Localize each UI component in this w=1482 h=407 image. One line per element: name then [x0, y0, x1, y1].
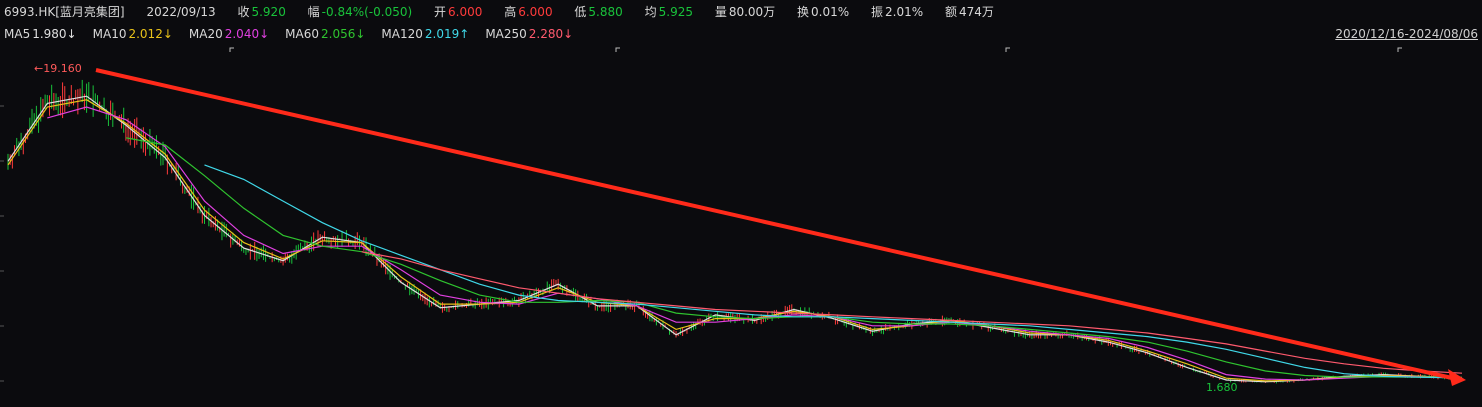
open-value: 6.000: [448, 5, 483, 19]
ma-legend-name-ma5: MA5: [4, 27, 31, 41]
min-price-label: 1.680: [1206, 381, 1238, 394]
period-marker: [1005, 47, 1010, 52]
period-marker: [615, 47, 620, 52]
quote-date: 2022/09/13: [146, 5, 216, 19]
ma-legend-name-ma120: MA120: [381, 27, 423, 41]
close-value: 5.920: [251, 5, 286, 19]
ma-legend-value-ma250: 2.280↓: [528, 27, 574, 41]
turnover-label: 换: [797, 5, 810, 19]
amplitude-value: 2.01%: [885, 5, 924, 19]
period-marker: [1397, 47, 1402, 52]
volume-label: 量: [714, 5, 727, 19]
high-value: 6.000: [518, 5, 553, 19]
ma-legend-name-ma10: MA10: [92, 27, 127, 41]
amount-value: 474万: [958, 5, 994, 19]
high-label: 高: [504, 5, 517, 19]
series-line-ma250: [361, 251, 1463, 374]
ma-legend-value-ma10: 2.012↓: [128, 27, 173, 41]
avg-label: 均: [644, 5, 657, 19]
ma-legend-value-ma20: 2.040↓: [224, 27, 270, 41]
change-label: 幅: [307, 5, 320, 19]
open-label: 开: [434, 5, 447, 19]
low-value: 5.880: [588, 5, 623, 19]
series-line-ma20: [47, 106, 1463, 381]
turnover-value: 0.01%: [811, 5, 850, 19]
series-line-ma10: [7, 99, 1463, 382]
series-line-ma5: [7, 95, 1463, 383]
volume-value: 80.00万: [728, 5, 776, 19]
trend-arrow-line: [95, 68, 1453, 380]
ma-legend-value-ma120: 2.019↑: [424, 27, 470, 41]
low-label: 低: [574, 5, 587, 19]
period-marker: [229, 47, 234, 52]
avg-value: 5.925: [658, 5, 693, 19]
amount-label: 额: [944, 5, 957, 19]
ma-legend-value-ma60: 2.056↓: [321, 27, 366, 41]
stock-symbol: 6993.HK[蓝月亮集团]: [4, 5, 125, 19]
quote-info-bar: 6993.HK[蓝月亮集团] 2022/09/13 收 5.920 幅 -0.84%…: [0, 2, 1482, 22]
change-value: -0.84%(-0.050): [321, 5, 413, 19]
max-price-label: ←19.160: [34, 62, 82, 75]
ma-legend-name-ma60: MA60: [285, 27, 319, 41]
series-line-ma60: [125, 137, 1463, 378]
ma-legend-name-ma250: MA250: [485, 27, 527, 41]
series-line-ma120: [204, 164, 1463, 379]
ma-legend-value-ma5: 1.980↓: [32, 27, 77, 41]
amplitude-label: 振: [870, 5, 883, 19]
ma-legend-name-ma20: MA20: [188, 27, 223, 41]
ma-legend: MA5 1.980↓ MA10 2.012↓ MA20 2.040↓ MA60 2.056↓ M…: [0, 24, 1482, 44]
date-range-link[interactable]: 2020/12/16-2024/08/06: [1335, 24, 1478, 44]
close-label: 收: [237, 5, 250, 19]
price-chart[interactable]: ←19.160 1.680: [0, 46, 1482, 407]
trend-arrow-head: [1448, 369, 1466, 386]
